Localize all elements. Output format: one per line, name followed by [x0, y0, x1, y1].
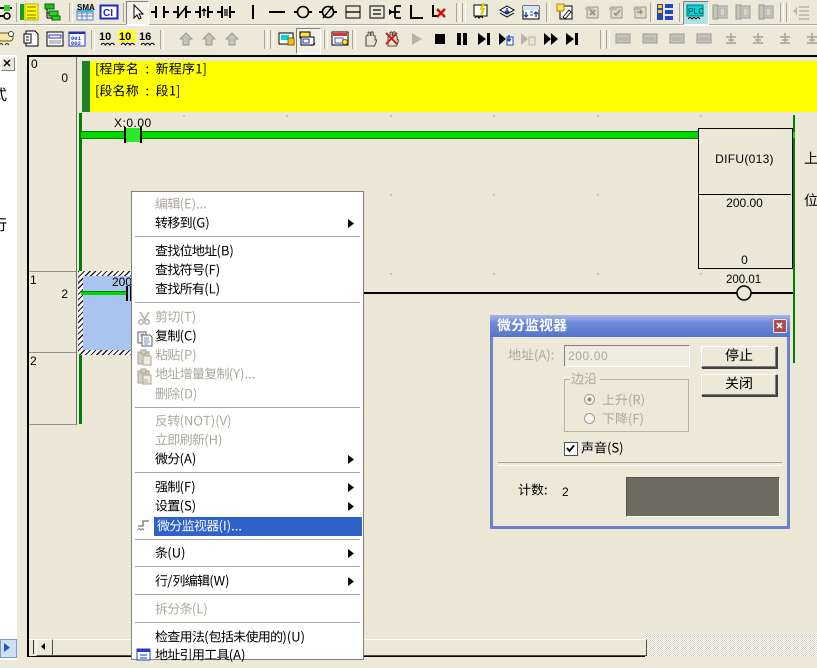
- svg-text:a: a: [144, 378, 148, 385]
